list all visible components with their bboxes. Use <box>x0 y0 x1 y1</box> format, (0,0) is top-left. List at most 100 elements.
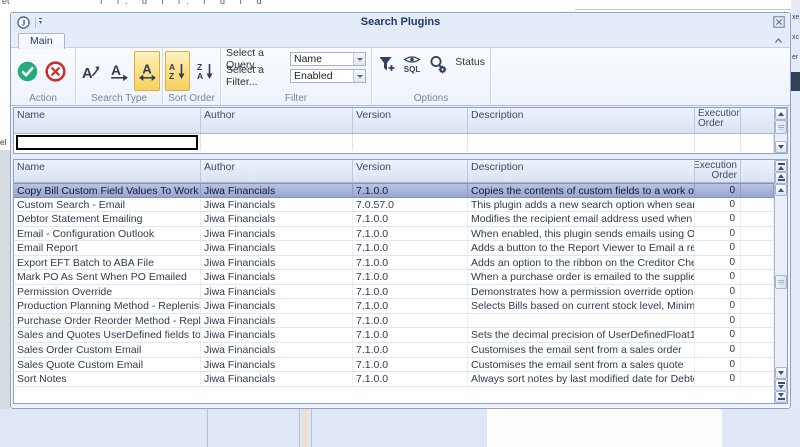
plugin-row[interactable]: Copy Bill Custom Field Values To Work Or… <box>14 183 774 198</box>
cell-execution-order: 0 <box>695 314 741 328</box>
plugin-row[interactable]: Sales Order Custom Email Jiwa Financials… <box>14 343 774 358</box>
filter-cell-version[interactable] <box>353 134 468 151</box>
cell-description <box>468 314 695 328</box>
column-header-version[interactable]: Version <box>353 160 468 182</box>
close-icon[interactable] <box>773 16 785 28</box>
column-header-execution-order[interactable]: Execution Order <box>695 160 741 182</box>
collapse-ribbon-icon[interactable] <box>773 36 784 45</box>
scroll-to-bottom-icon[interactable] <box>775 391 787 403</box>
cell-version: 7.1.0.0 <box>353 372 468 386</box>
cell-version: 7.0.57.0 <box>353 198 468 212</box>
svg-text:SQL: SQL <box>404 65 421 74</box>
scroll-up-icon[interactable] <box>775 108 787 120</box>
ribbon: Action A A <box>11 47 790 106</box>
ribbon-tabstrip: Main <box>11 31 790 47</box>
background-right-strip: xe xc er <box>791 0 800 447</box>
plugin-row[interactable]: Mark PO As Sent When PO Emailed Jiwa Fin… <box>14 270 774 285</box>
filter-combobox[interactable]: Enabled <box>290 69 366 83</box>
contains-icon: A <box>137 61 158 82</box>
query-combobox[interactable]: Name <box>290 52 366 66</box>
column-header-description[interactable]: Description <box>468 108 695 133</box>
scroll-up-icon[interactable] <box>775 184 787 196</box>
cell-version: 7.1.0.0 <box>353 256 468 270</box>
filter-cell-author[interactable] <box>201 134 353 151</box>
svg-text:Z: Z <box>169 71 174 81</box>
cell-version: 7.1.0.0 <box>353 328 468 342</box>
scroll-to-top-icon[interactable] <box>775 160 787 172</box>
chevron-down-icon[interactable] <box>353 53 365 65</box>
scroll-page-up-icon[interactable] <box>775 172 787 184</box>
plugin-row[interactable]: Email - Configuration Outlook Jiwa Finan… <box>14 227 774 242</box>
plugin-row[interactable]: Production Planning Method - Replenish t… <box>14 299 774 314</box>
column-header-version[interactable]: Version <box>353 108 468 133</box>
search-grid-scrollbar[interactable] <box>774 108 787 153</box>
view-sql-button[interactable]: SQL <box>401 54 423 84</box>
background-left-band <box>0 150 10 409</box>
plugin-row[interactable]: Permission Override Jiwa Financials 7.1.… <box>14 285 774 300</box>
plugin-row[interactable]: Export EFT Batch to ABA File Jiwa Financ… <box>14 256 774 271</box>
cell-version: 7.1.0.0 <box>353 241 468 255</box>
cell-execution-order: 0 <box>695 285 741 299</box>
cell-description: Demonstrates how a permission override o… <box>468 285 695 299</box>
cancel-button[interactable] <box>44 51 66 91</box>
name-filter-input[interactable] <box>16 135 198 150</box>
plugins-grid-scrollbar[interactable] <box>774 160 787 403</box>
column-header-author[interactable]: Author <box>201 160 353 182</box>
svg-text:A: A <box>197 71 203 81</box>
cell-version: 7.1.0.0 <box>353 314 468 328</box>
column-header-name[interactable]: Name <box>14 108 201 133</box>
ribbon-spacer <box>491 48 790 105</box>
filter-cell-description[interactable] <box>468 134 695 151</box>
cell-version: 7.1.0.0 <box>353 299 468 313</box>
search-settings-button[interactable] <box>427 54 449 84</box>
cell-author: Jiwa Financials <box>201 241 353 255</box>
column-header-author[interactable]: Author <box>201 108 353 133</box>
search-begins-with-button[interactable]: A <box>78 51 104 91</box>
search-ends-with-button[interactable]: A <box>106 51 132 91</box>
tab-main[interactable]: Main <box>18 33 65 49</box>
ok-button[interactable] <box>16 51 38 91</box>
sort-descending-button[interactable]: Z A <box>193 51 218 91</box>
column-header-name[interactable]: Name <box>14 160 201 182</box>
scrollbar-track[interactable] <box>775 196 787 367</box>
search-contains-button[interactable]: A <box>134 51 160 91</box>
cell-filler <box>741 184 774 197</box>
add-filter-button[interactable] <box>376 54 397 84</box>
cell-author: Jiwa Financials <box>201 256 353 270</box>
background-panel <box>487 409 722 447</box>
cell-execution-order: 0 <box>695 299 741 313</box>
cell-execution-order: 0 <box>695 343 741 357</box>
plugin-row[interactable]: Sort Notes Jiwa Financials 7.1.0.0 Alway… <box>14 372 774 387</box>
cell-filler <box>741 299 774 313</box>
plugins-grid-header: Name Author Version Description Executio… <box>14 160 774 183</box>
column-header-description[interactable]: Description <box>468 160 695 182</box>
plugin-row[interactable]: Sales and Quotes UserDefined fields to c… <box>14 328 774 343</box>
sql-eye-icon: SQL <box>401 54 423 76</box>
plugin-row[interactable]: Debtor Statement Emailing Jiwa Financial… <box>14 212 774 227</box>
column-header-execution-order[interactable]: Execution Order <box>695 108 741 133</box>
background-dark-bar <box>791 72 800 91</box>
cell-description: Customises the email sent from a sales o… <box>468 343 695 357</box>
filter-combobox-value: Enabled <box>294 70 333 82</box>
chevron-down-icon[interactable] <box>353 70 365 82</box>
group-caption-options: Options <box>372 93 490 104</box>
scrollbar-thumb[interactable] <box>775 275 787 289</box>
plugin-row[interactable]: Email Report Jiwa Financials 7.1.0.0 Add… <box>14 241 774 256</box>
cell-execution-order: 0 <box>695 270 741 284</box>
scroll-down-icon[interactable] <box>775 367 787 379</box>
scroll-down-icon[interactable] <box>775 141 787 153</box>
scroll-page-down-icon[interactable] <box>775 379 787 391</box>
plugin-row[interactable]: Sales Quote Custom Email Jiwa Financials… <box>14 358 774 373</box>
background-divider <box>299 409 300 447</box>
cell-filler <box>741 343 774 357</box>
cell-description: Selects Bills based on current stock lev… <box>468 299 695 313</box>
cell-filler <box>741 227 774 241</box>
filter-cell-filler <box>741 134 774 151</box>
plugin-row[interactable]: Custom Search - Email Jiwa Financials 7.… <box>14 198 774 213</box>
scrollbar-thumb[interactable] <box>775 120 787 134</box>
sort-ascending-button[interactable]: A Z <box>165 51 190 91</box>
plugin-row[interactable]: Purchase Order Reorder Method - Replenis… <box>14 314 774 329</box>
filter-cell-execution[interactable] <box>695 134 741 151</box>
status-button[interactable]: Status <box>455 56 485 68</box>
cell-filler <box>741 314 774 328</box>
